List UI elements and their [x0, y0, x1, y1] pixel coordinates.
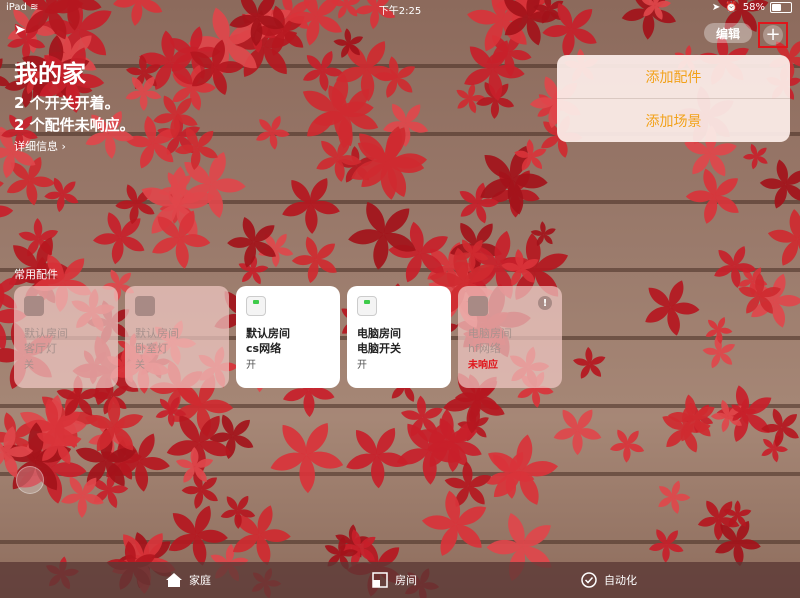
add-accessory-item[interactable]: 添加配件 — [557, 55, 790, 99]
accessory-tile[interactable]: 默认房间 客厅灯 关 — [14, 286, 118, 388]
status-time: 下午2:25 — [378, 6, 422, 17]
tile-name: 电脑开关 — [357, 342, 401, 355]
edit-button[interactable]: 编辑 — [704, 23, 752, 43]
favorites-label: 常用配件 — [14, 268, 58, 281]
rooms-icon — [371, 571, 389, 589]
location-arrow-icon: ➤ — [711, 2, 721, 13]
tile-room: 默认房间 — [135, 327, 179, 340]
tab-home[interactable]: 家庭 — [165, 571, 211, 589]
add-scene-item[interactable]: 添加场景 — [557, 99, 790, 142]
switch-icon — [468, 296, 488, 316]
tile-name: 卧室灯 — [135, 342, 168, 355]
tile-state: 关 — [135, 360, 145, 371]
home-title: 我的家 — [14, 60, 86, 88]
tab-label: 自动化 — [604, 574, 637, 587]
switch-icon — [24, 296, 44, 316]
status-bar: iPad ≋ 下午2:25 ➤ ⏰ 58% — [0, 0, 800, 17]
add-menu: 添加配件 添加场景 — [557, 55, 790, 143]
switch-icon — [357, 296, 377, 316]
assistive-touch-button[interactable] — [16, 466, 44, 494]
tab-label: 家庭 — [189, 574, 211, 587]
tile-state: 关 — [24, 360, 34, 371]
tile-name: hf网络 — [468, 342, 501, 355]
alert-icon: ! — [538, 296, 552, 310]
battery-percent: 58% — [742, 2, 765, 13]
alarm-icon: ⏰ — [725, 2, 738, 13]
tab-bar: 家庭 房间 自动化 — [0, 562, 800, 598]
switch-icon — [246, 296, 266, 316]
tile-state: 开 — [246, 360, 256, 371]
plus-icon: + — [763, 25, 783, 45]
tile-name: 客厅灯 — [24, 342, 57, 355]
add-button[interactable]: + — [758, 22, 788, 48]
tab-label: 房间 — [395, 574, 417, 587]
tile-room: 电脑房间 — [468, 327, 512, 340]
tile-room: 默认房间 — [24, 327, 68, 340]
battery-icon — [770, 2, 792, 13]
accessory-tile[interactable]: 默认房间 卧室灯 关 — [125, 286, 229, 388]
tab-rooms[interactable]: 房间 — [371, 571, 417, 589]
accessory-tile[interactable]: ! 电脑房间 hf网络 未响应 — [458, 286, 562, 388]
tile-name: cs网络 — [246, 342, 282, 355]
switch-icon — [135, 296, 155, 316]
house-icon — [165, 571, 183, 589]
automation-icon — [580, 571, 598, 589]
status-line: 2 个配件未响应。 — [14, 116, 135, 134]
tab-automation[interactable]: 自动化 — [580, 571, 637, 589]
tile-room: 默认房间 — [246, 327, 290, 340]
status-line: 2 个开关开着。 — [14, 94, 120, 112]
details-link[interactable]: 详细信息 › — [14, 138, 66, 154]
location-icon[interactable]: ➤ — [14, 22, 34, 42]
tile-room: 电脑房间 — [357, 327, 401, 340]
home-status: 2 个开关开着。 2 个配件未响应。 — [14, 92, 135, 136]
tile-state: 开 — [357, 360, 367, 371]
accessory-tile[interactable]: 默认房间 cs网络 开 — [236, 286, 340, 388]
accessory-tile[interactable]: 电脑房间 电脑开关 开 — [347, 286, 451, 388]
tile-state: 未响应 — [468, 360, 498, 371]
